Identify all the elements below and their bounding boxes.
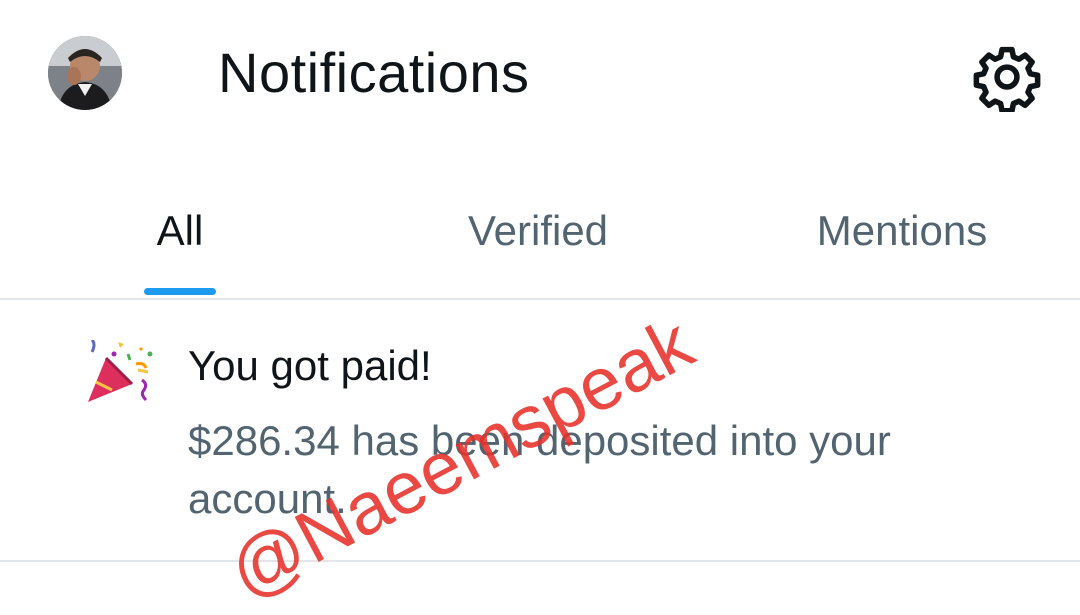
tab-all[interactable]: All [130, 180, 230, 298]
active-tab-indicator [144, 288, 216, 295]
profile-avatar[interactable] [48, 36, 122, 110]
notification-tabs: All Verified Mentions [0, 180, 1080, 298]
settings-gear-svg [973, 46, 1041, 112]
list-divider [0, 560, 1080, 562]
notification-title: You got paid! [188, 342, 432, 389]
tab-mentions[interactable]: Mentions [790, 180, 1014, 298]
top-app-bar: Notifications [0, 0, 1080, 150]
tab-label: All [156, 207, 204, 254]
tab-label: Verified [467, 207, 609, 254]
tab-verified[interactable]: Verified [438, 180, 638, 298]
party-popper-icon [84, 340, 158, 406]
avatar-image [48, 36, 122, 110]
page-title: Notifications [218, 41, 530, 104]
party-popper-svg [88, 340, 153, 402]
gear-icon[interactable] [972, 42, 1042, 112]
tab-label: Mentions [816, 207, 988, 254]
